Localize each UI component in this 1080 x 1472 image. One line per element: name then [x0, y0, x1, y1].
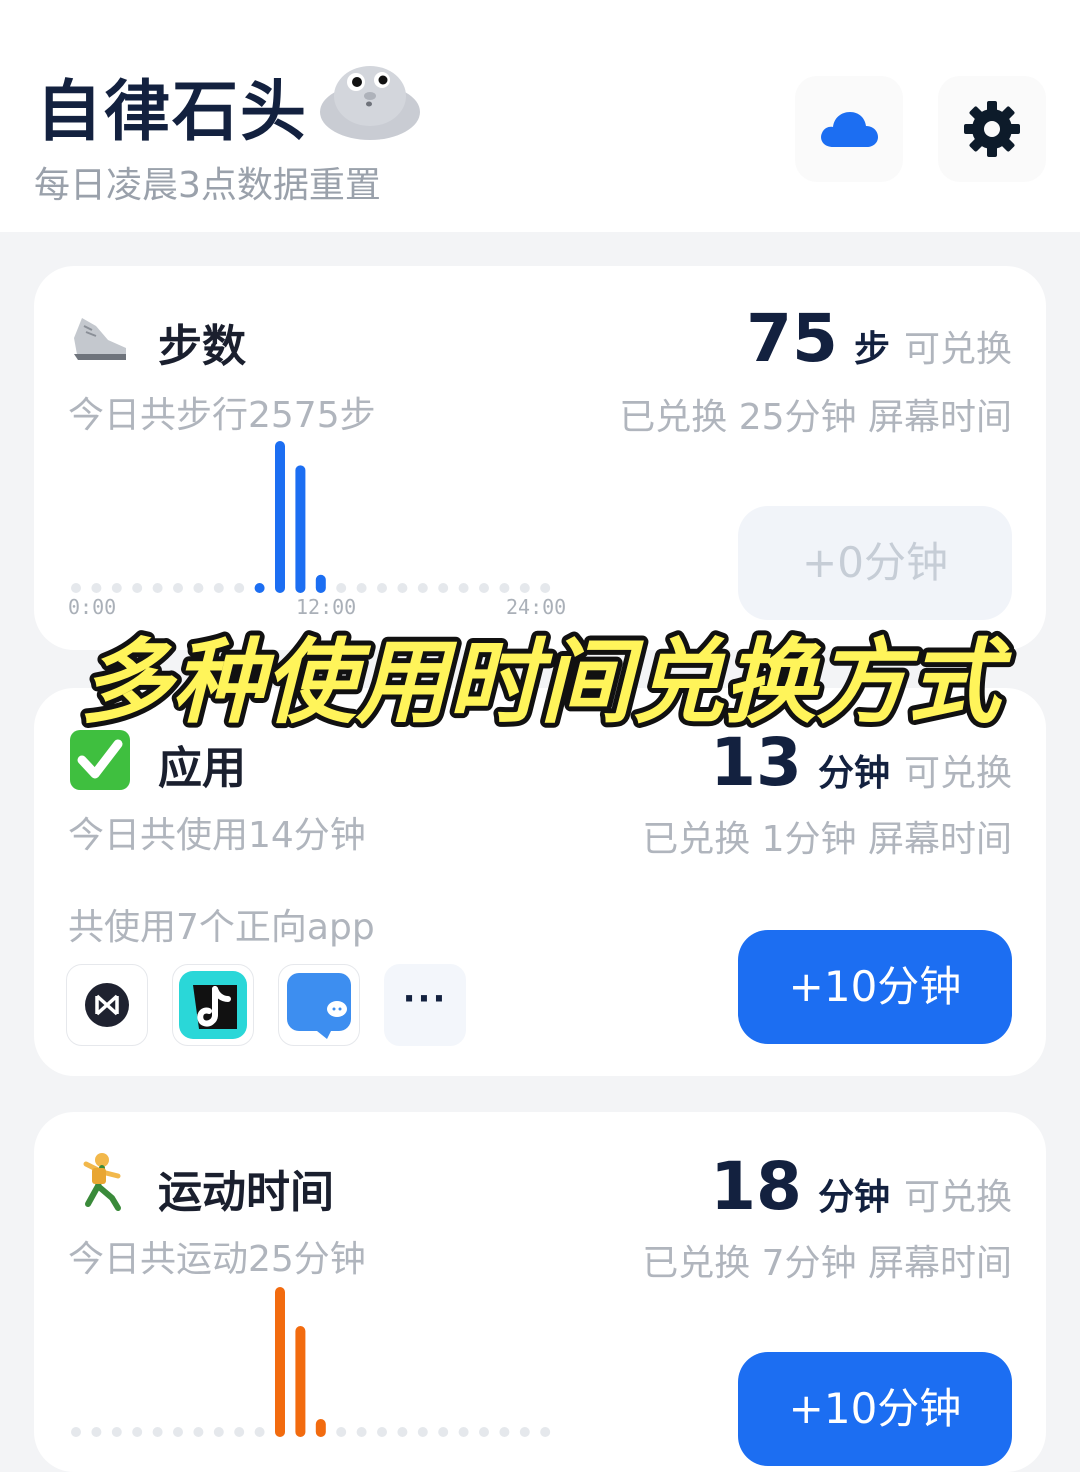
steps-redeem-button[interactable]: +0分钟: [738, 506, 1012, 620]
steps-available-number: 75: [746, 300, 838, 377]
exercise-baseline-dot: [458, 1427, 469, 1437]
exercise-hourly-chart: [71, 1287, 551, 1437]
promo-banner-text: 多种使用时间兑换方式: [80, 629, 1012, 736]
steps-bar-hour-10: [275, 441, 285, 593]
steps-baseline-dot: [336, 583, 347, 593]
apps-exchanged: 已兑换 1分钟 屏幕时间: [642, 819, 1012, 860]
athlete-icon: [83, 1153, 121, 1211]
exercise-bar-hour-12: [315, 1419, 326, 1437]
steps-bar-hour-12: [315, 574, 326, 593]
settings-button[interactable]: [938, 76, 1046, 182]
steps-hourly-chart: 0:00 12:00 24:00: [68, 441, 566, 619]
steps-baseline-dot: [377, 583, 387, 593]
exercise-exchanged: 已兑换 7分钟 屏幕时间: [642, 1243, 1012, 1284]
exercise-baseline-dot: [213, 1427, 224, 1437]
gear-icon: [964, 101, 1020, 157]
steps-bar-hour-9: [254, 583, 265, 593]
exercise-baseline-dot: [132, 1427, 143, 1437]
exercise-baseline-dot: [111, 1427, 122, 1437]
steps-available-label: 可兑换: [903, 329, 1012, 370]
reset-hint: 每日凌晨3点数据重置: [34, 165, 381, 206]
app-logo-icon[interactable]: [66, 964, 148, 1046]
steps-bar-hour-11: [295, 465, 306, 593]
steps-card: 步数 今日共步行2575步 75 步可兑换 已兑换 25分钟 屏幕时间 0:00 …: [34, 266, 1046, 650]
steps-baseline-dot: [479, 583, 489, 593]
exercise-baseline-dot: [519, 1427, 530, 1437]
apps-today: 今日共使用14分钟: [68, 815, 366, 856]
promo-banner: 多种使用时间兑换方式: [75, 628, 1017, 738]
apps-title: 应用: [158, 743, 246, 794]
steps-baseline-dot: [71, 583, 81, 593]
exercise-bar-hour-11: [295, 1326, 306, 1437]
positive-app-list: ···: [66, 964, 466, 1046]
steps-exchanged: 已兑换 25分钟 屏幕时间: [619, 397, 1012, 438]
steps-baseline-dot: [91, 583, 102, 593]
steps-baseline-dot: [438, 583, 449, 593]
exercise-baseline-dot: [417, 1427, 428, 1437]
exercise-baseline-dot: [397, 1427, 408, 1437]
exercise-title: 运动时间: [158, 1167, 334, 1218]
exercise-baseline-dot: [71, 1427, 81, 1437]
steps-baseline-dot: [356, 583, 367, 593]
steps-today: 今日共步行2575步: [68, 395, 376, 436]
x-tick-12: 12:00: [296, 595, 356, 619]
exercise-baseline-dot: [336, 1427, 347, 1437]
steps-baseline-dot: [458, 583, 469, 593]
chat-app-icon[interactable]: [278, 964, 360, 1046]
steps-baseline-dot: [132, 583, 143, 593]
exercise-baseline-dot: [173, 1427, 183, 1437]
steps-baseline-dot: [397, 583, 408, 593]
exercise-today: 今日共运动25分钟: [68, 1239, 366, 1280]
steps-available: 75 步可兑换: [746, 300, 1012, 377]
steps-baseline-dot: [173, 583, 183, 593]
mascot-icon: [320, 66, 420, 140]
steps-baseline-dot: [234, 583, 245, 593]
exercise-baseline-dot: [193, 1427, 204, 1437]
steps-baseline-dot: [213, 583, 224, 593]
apps-redeem-button[interactable]: +10分钟: [738, 930, 1012, 1044]
steps-baseline-dot: [111, 583, 122, 593]
exercise-baseline-dot: [254, 1427, 265, 1437]
steps-baseline-dot: [519, 583, 530, 593]
apps-card: 应用 今日共使用14分钟 13 分钟 可兑换 已兑换 1分钟 屏幕时间 共使用7个正…: [34, 688, 1046, 1076]
x-tick-24: 24:00: [506, 595, 566, 619]
apps-available-unit: 分钟: [817, 753, 890, 794]
apps-available-label: 可兑换: [903, 753, 1012, 794]
exercise-baseline-dot: [152, 1427, 163, 1437]
cloud-sync-button[interactable]: [795, 76, 903, 182]
exercise-card: 运动时间 今日共运动25分钟 18 分钟 可兑换 已兑换 7分钟 屏幕时间 +10分…: [34, 1112, 1046, 1472]
exercise-available-label: 可兑换: [903, 1177, 1012, 1218]
steps-baseline-dot: [417, 583, 428, 593]
more-apps-button[interactable]: ···: [384, 964, 466, 1046]
exercise-available-unit: 分钟: [817, 1177, 890, 1218]
steps-baseline-dot: [540, 583, 551, 593]
steps-baseline-dot: [499, 583, 510, 593]
exercise-baseline-dot: [499, 1427, 510, 1437]
exercise-baseline-dot: [356, 1427, 367, 1437]
steps-baseline-dot: [193, 583, 204, 593]
exercise-available: 18 分钟 可兑换: [710, 1148, 1012, 1225]
shoe-icon: [74, 318, 126, 360]
steps-baseline-dot: [152, 583, 163, 593]
tiktok-icon[interactable]: [172, 964, 254, 1046]
app-header: 自律石头 每日凌晨3点数据重置: [0, 0, 1080, 232]
exercise-baseline-dot: [91, 1427, 102, 1437]
page-title: 自律石头: [36, 73, 308, 150]
steps-title: 步数: [158, 321, 246, 372]
exercise-redeem-button[interactable]: +10分钟: [738, 1352, 1012, 1466]
exercise-baseline-dot: [479, 1427, 489, 1437]
exercise-bar-hour-10: [275, 1287, 285, 1437]
cloud-icon: [821, 112, 878, 147]
exercise-baseline-dot: [438, 1427, 449, 1437]
steps-available-unit: 步: [853, 329, 890, 370]
exercise-available-number: 18: [710, 1148, 802, 1225]
exercise-baseline-dot: [377, 1427, 387, 1437]
x-tick-0: 0:00: [68, 595, 116, 619]
exercise-baseline-dot: [540, 1427, 551, 1437]
exercise-baseline-dot: [234, 1427, 245, 1437]
more-icon: ···: [402, 979, 448, 1019]
positive-apps-label: 共使用7个正向app: [68, 907, 375, 948]
